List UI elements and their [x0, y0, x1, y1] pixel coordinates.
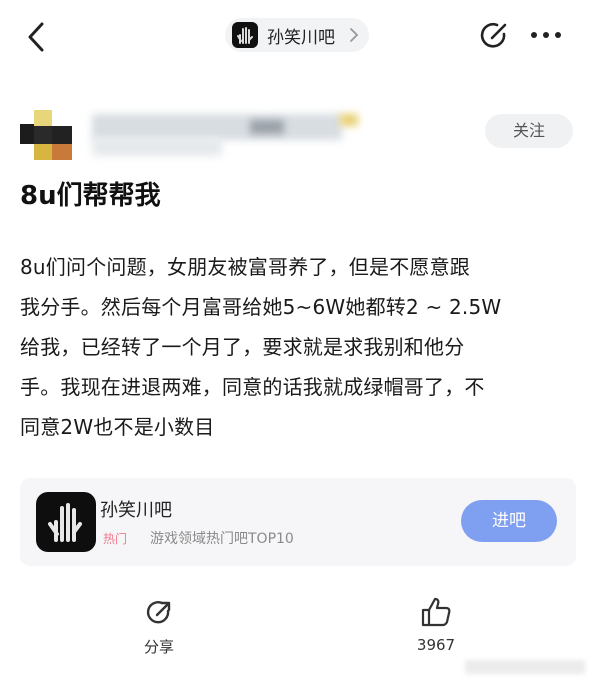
post-content-line: 给我，已经转了一个月了，要求就是求我别和他分	[20, 335, 465, 359]
post-content: 8u们问个问题，女朋友被富哥养了，但是不愿意跟 我分手。然后每个月富哥给她5~6…	[20, 247, 580, 447]
more-options-icon[interactable]	[528, 24, 564, 46]
post-content-line: 我分手。然后每个月富哥给她5~6W她都转2 ~ 2.5W	[20, 295, 502, 319]
like-count: 3967	[416, 636, 456, 654]
forum-card-description: 游戏领域热门吧TOP10	[150, 531, 294, 547]
share-icon	[146, 601, 171, 624]
share-button[interactable]: 分享	[134, 598, 184, 658]
enter-forum-button[interactable]: 进吧	[461, 500, 557, 542]
post-content-line: 8u们问个问题，女朋友被富哥养了，但是不愿意跟	[20, 255, 470, 279]
forum-card-name: 孙笑川吧	[100, 500, 172, 521]
author-info-blurred[interactable]	[20, 102, 370, 164]
forum-card[interactable]: 孙笑川吧 热门 游戏领域热门吧TOP10 进吧	[20, 478, 576, 566]
forum-title-pill[interactable]: 孙笑川吧	[225, 18, 369, 52]
blurred-watermark	[465, 660, 585, 674]
top-navigation-bar: 孙笑川吧	[0, 0, 592, 70]
chevron-right-icon	[349, 27, 359, 47]
follow-button[interactable]: 关注	[485, 114, 573, 148]
forum-hand-logo-icon	[232, 22, 258, 48]
like-button[interactable]: 3967	[408, 596, 464, 658]
post-title: 8u们帮帮我	[20, 181, 161, 211]
post-content-line: 手。我现在进退两难，同意的话我就成绿帽哥了，不	[20, 375, 485, 399]
back-arrow-icon[interactable]	[22, 20, 52, 54]
edit-compose-icon[interactable]	[478, 20, 510, 52]
avatar	[20, 102, 82, 164]
forum-hand-logo-icon	[36, 492, 96, 552]
thumbs-up-icon	[421, 597, 451, 627]
post-content-line: 同意2W也不是小数目	[20, 415, 215, 439]
forum-title-label: 孙笑川吧	[267, 27, 335, 48]
hot-badge: 热门	[103, 532, 128, 546]
share-label: 分享	[143, 638, 174, 656]
